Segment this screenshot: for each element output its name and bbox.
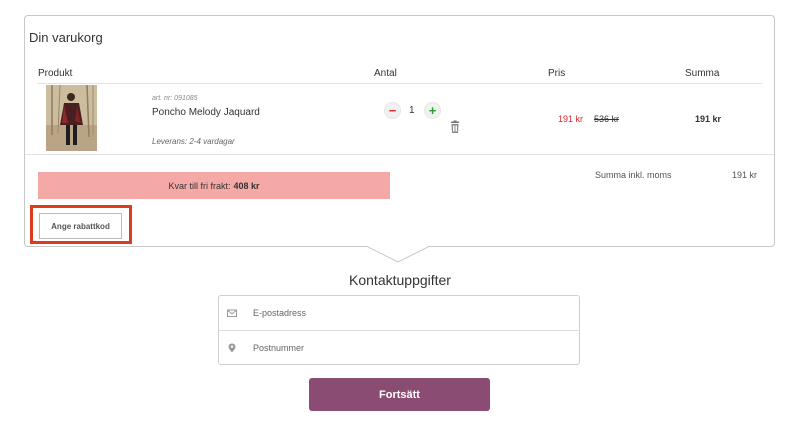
article-number: art. nr: 091085	[152, 95, 198, 102]
zip-field[interactable]	[253, 331, 573, 365]
column-header-quantity: Antal	[374, 68, 397, 79]
email-field[interactable]	[253, 296, 573, 330]
cart-panel: Din varukorg Produkt Antal Pris Summa ar…	[24, 15, 775, 247]
column-header-product: Produkt	[38, 68, 73, 79]
delivery-time: Leverans: 2-4 vardagar	[152, 137, 235, 146]
column-header-price: Pris	[548, 68, 566, 79]
sum-label: Summa inkl. moms	[595, 170, 672, 180]
panel-notch	[367, 246, 429, 263]
sum-value: 191 kr	[732, 170, 758, 180]
original-price: 536 kr	[594, 114, 620, 124]
product-name[interactable]: Poncho Melody Jaquard	[152, 107, 260, 118]
discount-code-button[interactable]: Ange rabattkod	[39, 213, 122, 239]
product-image[interactable]	[46, 85, 97, 151]
column-header-total: Summa	[685, 68, 720, 79]
quantity-value: 1	[409, 105, 415, 116]
continue-button[interactable]: Fortsätt	[309, 378, 490, 411]
line-total: 191 kr	[695, 114, 722, 124]
envelope-icon	[227, 309, 237, 317]
free-shipping-bar: Kvar till fri frakt: 408 kr	[38, 172, 390, 199]
sale-price: 191 kr	[558, 114, 584, 124]
trash-icon[interactable]	[448, 120, 462, 134]
header-divider	[38, 83, 762, 84]
increase-quantity-button[interactable]: +	[424, 102, 441, 119]
item-divider	[25, 154, 774, 155]
free-shipping-amount: 408 kr	[233, 180, 260, 191]
email-row	[219, 296, 579, 331]
free-shipping-label: Kvar till fri frakt:	[168, 180, 231, 191]
cart-title: Din varukorg	[29, 30, 103, 45]
map-pin-icon	[228, 343, 236, 353]
contact-form	[218, 295, 580, 365]
decrease-quantity-button[interactable]: −	[384, 102, 401, 119]
contact-title: Kontaktuppgifter	[349, 272, 451, 288]
zip-row	[219, 331, 579, 366]
